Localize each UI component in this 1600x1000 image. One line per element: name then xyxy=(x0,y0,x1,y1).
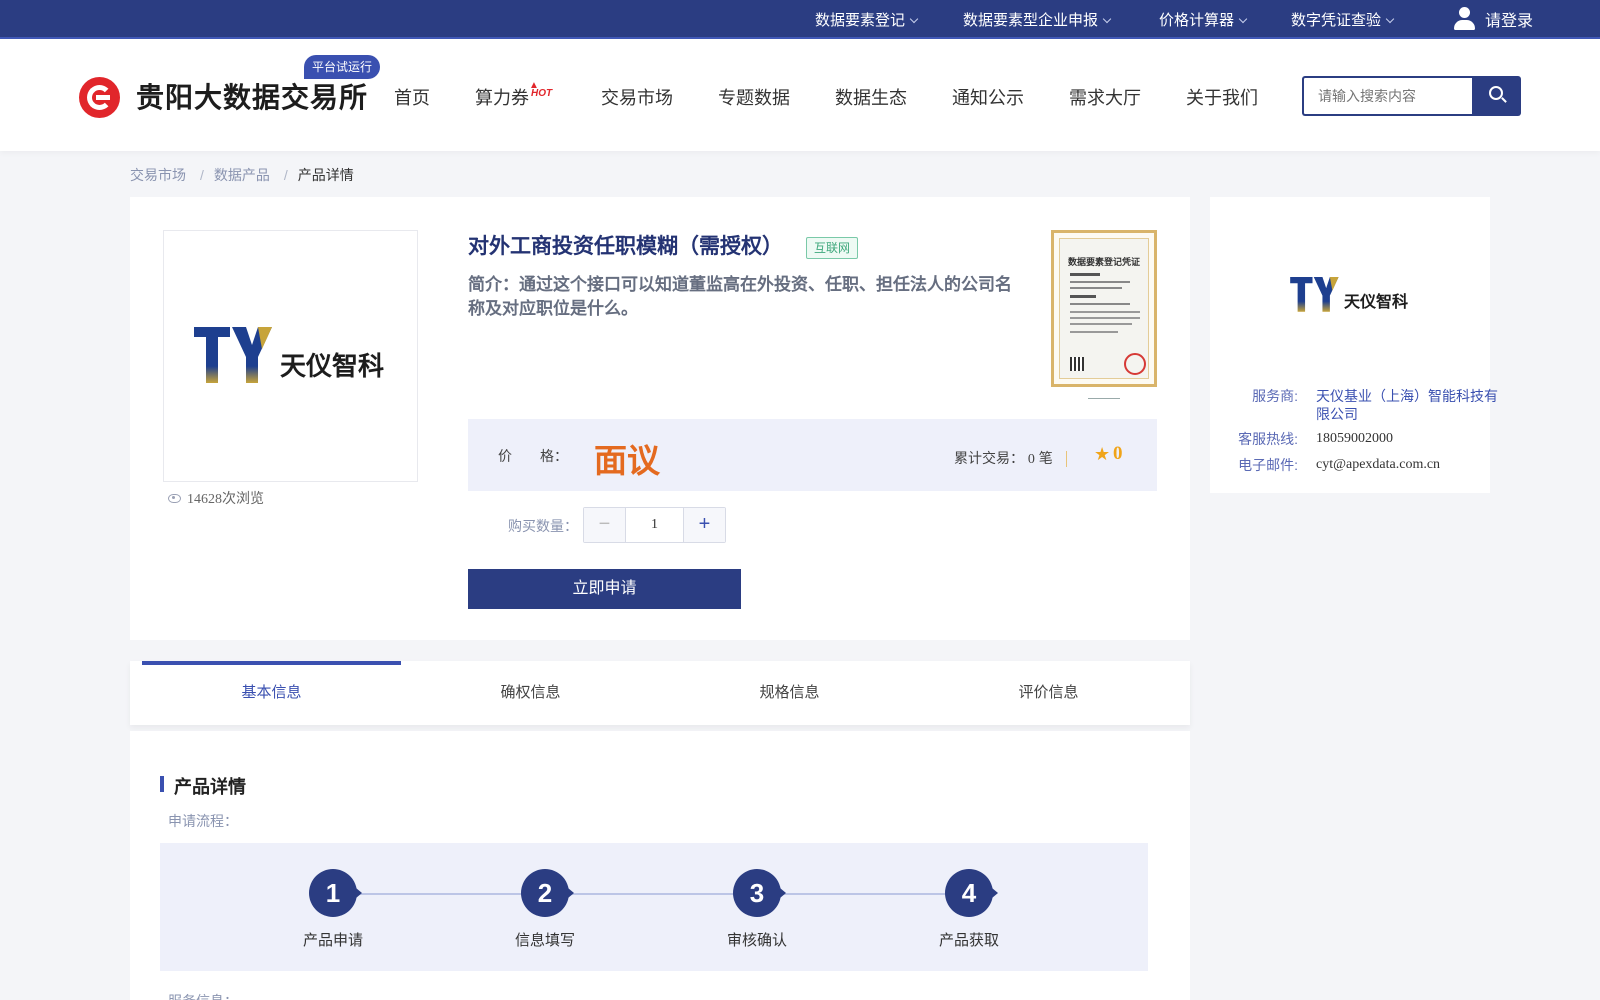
chevron-down-icon xyxy=(909,14,919,24)
top-link-data-registration[interactable]: 数据要素登记 xyxy=(815,9,919,30)
nav-notices[interactable]: 通知公示 xyxy=(952,84,1024,110)
quantity-stepper: − 1 + xyxy=(583,507,726,543)
exchange-logo-icon[interactable] xyxy=(79,77,120,118)
apply-button[interactable]: 立即申请 xyxy=(468,569,741,609)
category-tag: 互联网 xyxy=(806,237,859,259)
provider-logo: 天仪智科 xyxy=(1290,277,1408,313)
chevron-down-icon xyxy=(1102,14,1112,24)
product-title: 对外工商投资任职模糊（需授权） xyxy=(468,235,783,258)
nav-home[interactable]: 首页 xyxy=(394,84,430,110)
product-card: 天仪智科 14628次浏览 对外工商投资任职模糊（需授权） 互联网 简介：通过这… xyxy=(130,197,1190,640)
ty-logo-icon xyxy=(194,327,272,383)
chevron-down-icon xyxy=(1385,14,1395,24)
application-flow: 1 产品申请 2 信息填写 3 审核确认 4 产品获取 xyxy=(160,843,1148,971)
registration-certificate[interactable]: 数据要素登记凭证 xyxy=(1051,230,1157,387)
tab-spec-info[interactable]: 规格信息 xyxy=(660,661,919,725)
tab-review-info[interactable]: 评价信息 xyxy=(919,661,1178,725)
hot-badge: HOT xyxy=(529,80,552,99)
user-icon xyxy=(1453,7,1475,31)
beta-badge: 平台试运行 xyxy=(304,55,381,79)
nav-demand-hall[interactable]: 需求大厅 xyxy=(1069,84,1141,110)
flow-label: 申请流程： xyxy=(168,813,238,829)
certificate-title: 数据要素登记凭证 xyxy=(1067,257,1140,267)
top-link-enterprise-declare[interactable]: 数据要素型企业申报 xyxy=(963,9,1112,30)
provider-name-link[interactable]: 天仪基业（上海）智能科技有限公司 xyxy=(1316,387,1501,423)
ty-logo-icon xyxy=(1290,277,1339,312)
flow-step: 2 信息填写 xyxy=(475,869,615,950)
breadcrumb: 交易市场 / 数据产品 / 产品详情 xyxy=(130,167,354,183)
top-bar: 数据要素登记 数据要素型企业申报 价格计算器 数字凭证查验 请登录 xyxy=(0,0,1600,39)
login-button[interactable]: 请登录 xyxy=(1453,7,1533,31)
search-input[interactable] xyxy=(1302,76,1472,116)
flow-step: 1 产品申请 xyxy=(263,869,403,950)
top-link-certificate-check[interactable]: 数字凭证查验 xyxy=(1291,9,1395,30)
chevron-down-icon xyxy=(1238,14,1248,24)
product-details-section: 产品详情 申请流程： 1 产品申请 2 信息填写 3 审核确认 4 产品获取 服… xyxy=(130,731,1190,1000)
top-link-price-calculator[interactable]: 价格计算器 xyxy=(1159,9,1248,30)
tab-basic-info[interactable]: 基本信息 xyxy=(142,661,401,725)
product-thumbnail: 天仪智科 xyxy=(163,230,418,482)
nav-topic-data[interactable]: 专题数据 xyxy=(718,84,790,110)
flow-step: 3 审核确认 xyxy=(687,869,827,950)
service-info-label: 服务信息： xyxy=(168,991,238,1000)
main-header: 贵阳大数据交易所 平台试运行 首页 算力券 HOT 交易市场 专题数据 数据生态… xyxy=(0,39,1600,151)
quantity-value[interactable]: 1 xyxy=(626,508,683,542)
search-button[interactable] xyxy=(1472,76,1521,116)
tab-rights-info[interactable]: 确权信息 xyxy=(401,661,660,725)
detail-tabs: 基本信息 确权信息 规格信息 评价信息 xyxy=(130,661,1190,725)
decrease-button[interactable]: − xyxy=(584,508,626,542)
rating-value: 0 xyxy=(1113,443,1123,464)
qr-code-icon xyxy=(1070,357,1084,371)
brand-logo: 天仪智科 xyxy=(194,327,384,385)
price-value: 面议 xyxy=(594,442,660,479)
nav-trade-market[interactable]: 交易市场 xyxy=(601,84,673,110)
quantity-label: 购买数量： xyxy=(508,518,578,534)
star-icon: ★ xyxy=(1094,444,1111,464)
breadcrumb-data-products[interactable]: 数据产品 xyxy=(214,167,270,183)
section-title: 产品详情 xyxy=(160,773,246,799)
nav-about-us[interactable]: 关于我们 xyxy=(1186,84,1258,110)
seal-icon xyxy=(1124,353,1146,375)
view-count: 14628次浏览 xyxy=(168,488,264,508)
product-intro: 简介：通过这个接口可以知道董监高在外投资、任职、担任法人的公司名称及对应职位是什… xyxy=(468,275,1012,318)
price-label: 价 格： xyxy=(498,448,568,464)
eye-icon xyxy=(168,493,181,503)
breadcrumb-trade-market[interactable]: 交易市场 xyxy=(130,167,186,183)
trade-count: 累计交易： 0 笔 xyxy=(954,450,1053,467)
increase-button[interactable]: + xyxy=(683,508,725,542)
hotline-value: 18059002000 xyxy=(1316,431,1393,446)
flow-step: 4 产品获取 xyxy=(899,869,1039,950)
nav-data-ecosystem[interactable]: 数据生态 xyxy=(835,84,907,110)
breadcrumb-current: 产品详情 xyxy=(297,167,354,183)
price-panel: 价 格： 面议 累计交易： 0 笔 ★ 0 xyxy=(468,419,1157,491)
site-logo-text[interactable]: 贵阳大数据交易所 xyxy=(136,76,368,116)
provider-card: 天仪智科 服务商: 天仪基业（上海）智能科技有限公司 客服热线: 1805900… xyxy=(1210,197,1498,493)
email-value: cyt@apexdata.com.cn xyxy=(1316,457,1441,472)
nav-compute-voucher[interactable]: 算力券 xyxy=(475,84,529,110)
